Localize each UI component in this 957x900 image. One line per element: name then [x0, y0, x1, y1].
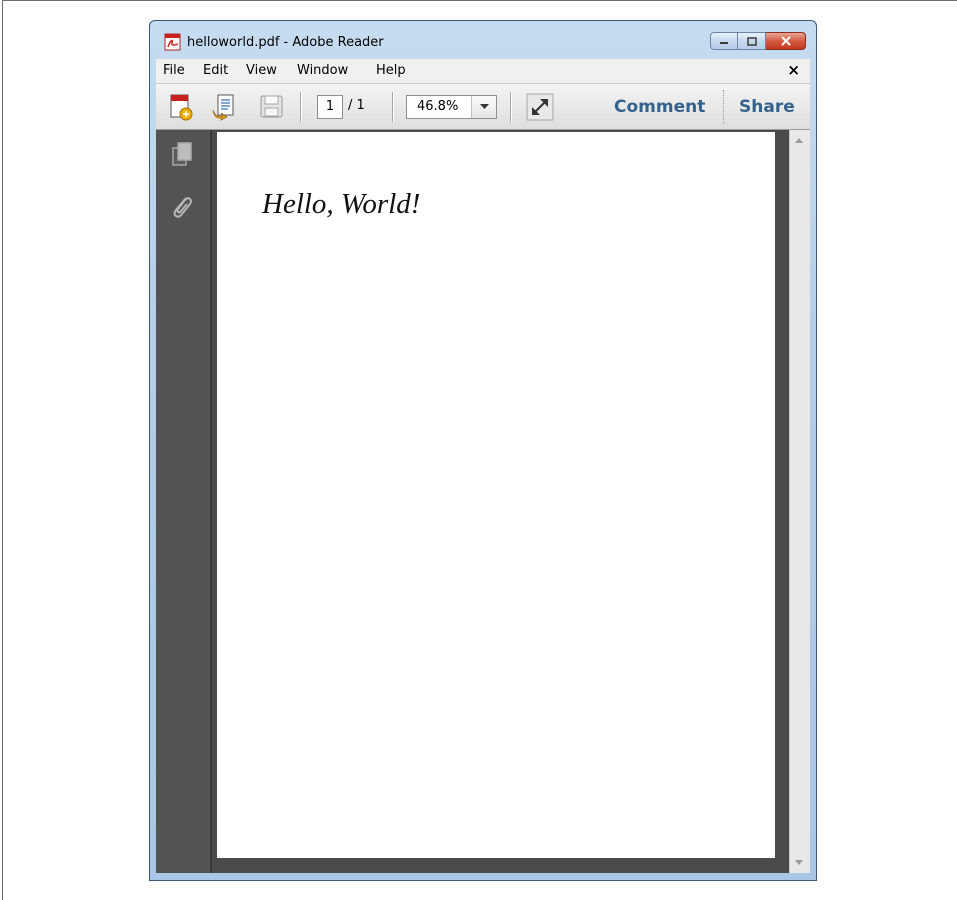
print-icon[interactable]: [209, 92, 239, 122]
share-button[interactable]: Share: [739, 97, 795, 117]
title-bar[interactable]: helloworld.pdf - Adobe Reader: [150, 21, 816, 59]
minimize-button[interactable]: [710, 32, 738, 50]
close-document-button[interactable]: ×: [787, 61, 800, 79]
scroll-up-arrow[interactable]: [795, 138, 803, 143]
close-icon: [780, 36, 791, 46]
zoom-select[interactable]: 46.8%: [406, 95, 497, 119]
figure-border-left: [2, 0, 3, 900]
pdf-page: Hello, World!: [217, 132, 775, 858]
toolbar-separator: [300, 92, 301, 122]
pages-icon[interactable]: [168, 140, 196, 168]
close-button[interactable]: [766, 32, 806, 50]
menu-bar: File Edit View Window Help ×: [156, 59, 810, 84]
minimize-icon: [720, 42, 728, 44]
document-viewport[interactable]: Hello, World!: [212, 130, 790, 873]
attachments-icon[interactable]: [168, 192, 196, 220]
maximize-button[interactable]: [738, 32, 766, 50]
toolbar: 1 / 1 46.8% Comment Share: [156, 84, 810, 130]
vertical-scrollbar[interactable]: [789, 130, 810, 873]
document-text: Hello, World!: [262, 188, 421, 220]
full-screen-icon[interactable]: [525, 92, 555, 122]
app-window: helloworld.pdf - Adobe Reader File Edit …: [149, 20, 817, 881]
toolbar-separator: [510, 92, 511, 122]
toolbar-separator: [392, 92, 393, 122]
save-icon[interactable]: [256, 92, 286, 122]
chevron-down-icon: [479, 104, 489, 109]
adobe-pdf-icon: [164, 33, 181, 51]
toolbar-divider: [723, 90, 725, 124]
menu-help[interactable]: Help: [376, 63, 406, 78]
scroll-down-arrow[interactable]: [795, 860, 803, 865]
maximize-icon: [746, 36, 757, 46]
document-pane: Hello, World!: [156, 130, 810, 873]
caption-buttons: [710, 32, 806, 52]
menu-view[interactable]: View: [246, 63, 277, 78]
zoom-value: 46.8%: [417, 99, 459, 114]
comment-button[interactable]: Comment: [614, 97, 705, 117]
zoom-dropdown-button[interactable]: [471, 96, 496, 118]
page-total-label: / 1: [348, 98, 365, 113]
figure-border-top: [2, 0, 957, 1]
navigation-sidebar: [156, 130, 212, 873]
create-pdf-icon[interactable]: [166, 92, 196, 122]
window-title: helloworld.pdf - Adobe Reader: [187, 35, 384, 50]
menu-file[interactable]: File: [163, 63, 185, 78]
menu-window[interactable]: Window: [297, 63, 348, 78]
page-number-input[interactable]: 1: [317, 95, 343, 119]
menu-edit[interactable]: Edit: [203, 63, 228, 78]
